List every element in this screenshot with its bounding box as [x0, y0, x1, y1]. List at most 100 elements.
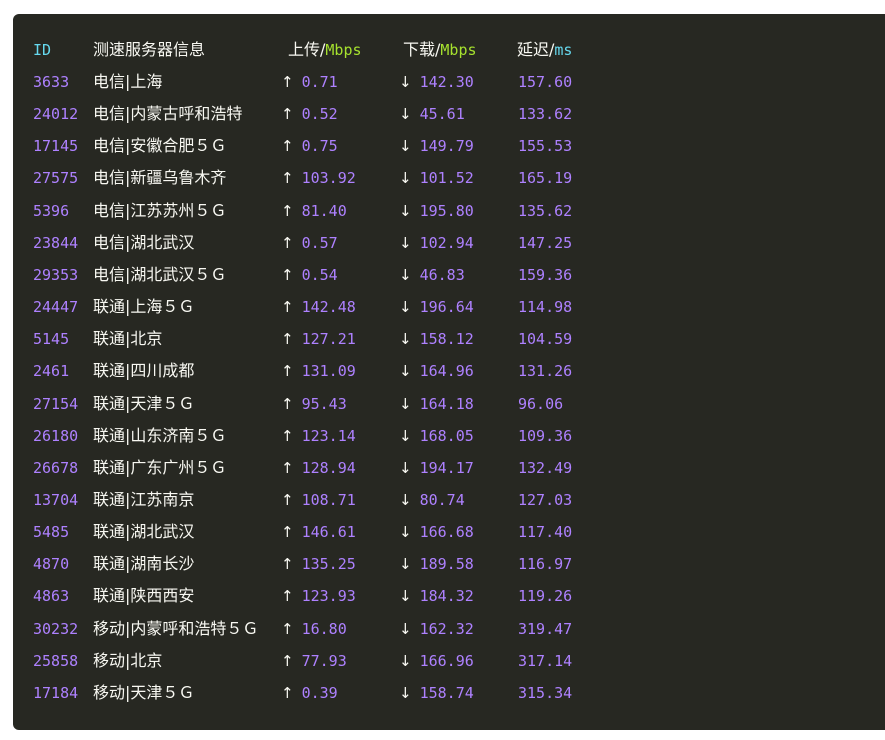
arrow-down-icon: ↓ [399, 169, 412, 188]
latency-value: 319.47 [518, 619, 573, 638]
latency-value: 133.62 [518, 105, 573, 124]
table-row: 26180 联通|山东济南５Ｇ ↑ 123.14 ↓ 168.05 109.36 [13, 424, 885, 448]
server-name: 移动|内蒙呼和浩特５Ｇ [93, 618, 259, 638]
latency-value: 147.25 [518, 233, 573, 252]
server-name: 移动|北京 [93, 650, 163, 670]
server-name: 联通|山东济南５Ｇ [93, 425, 227, 445]
upload-speed: ↑ 0.75 [281, 137, 338, 156]
latency-value: 157.60 [518, 73, 573, 91]
arrow-down-icon: ↓ [399, 490, 412, 509]
upload-speed: ↑ 0.54 [281, 265, 338, 284]
latency-value: 132.49 [518, 458, 573, 477]
latency-value: 114.98 [518, 298, 573, 317]
arrow-up-icon: ↑ [281, 137, 294, 156]
latency-value: 127.03 [518, 490, 573, 509]
arrow-up-icon: ↑ [281, 523, 294, 542]
arrow-down-icon: ↓ [399, 683, 412, 702]
server-id: 27154 [33, 394, 79, 413]
upload-speed: ↑ 135.25 [281, 555, 356, 574]
table-row: 26678 联通|广东广州５Ｇ ↑ 128.94 ↓ 194.17 132.49 [13, 456, 885, 480]
server-id: 2461 [33, 362, 70, 381]
arrow-down-icon: ↓ [399, 651, 412, 670]
download-speed: ↓ 166.96 [399, 651, 474, 670]
table-row: 27154 联通|天津５Ｇ ↑ 95.43 ↓ 164.18 96.06 [13, 392, 885, 416]
server-id: 4870 [33, 555, 70, 574]
server-name: 电信|上海 [93, 72, 163, 91]
download-speed: ↓ 194.17 [399, 458, 474, 477]
server-name: 电信|湖北武汉５Ｇ [93, 264, 227, 284]
server-name: 电信|湖北武汉 [93, 232, 195, 252]
upload-speed: ↑ 123.14 [281, 426, 356, 445]
latency-value: 155.53 [518, 137, 573, 156]
upload-speed: ↑ 108.71 [281, 490, 356, 509]
header-download: 下载/Mbps [403, 40, 477, 59]
table-row: 5485 联通|湖北武汉 ↑ 146.61 ↓ 166.68 117.40 [13, 520, 885, 544]
upload-speed: ↑ 146.61 [281, 523, 356, 542]
upload-speed: ↑ 131.09 [281, 362, 356, 381]
arrow-up-icon: ↑ [281, 490, 294, 509]
table-row: 25858 移动|北京 ↑ 77.93 ↓ 166.96 317.14 [13, 649, 885, 673]
server-id: 3633 [33, 73, 70, 91]
latency-value: 135.62 [518, 201, 573, 220]
server-name: 移动|天津５Ｇ [93, 682, 195, 702]
arrow-up-icon: ↑ [281, 555, 294, 574]
download-speed: ↓ 158.74 [399, 683, 474, 702]
download-speed: ↓ 158.12 [399, 330, 474, 349]
server-name: 电信|安徽合肥５Ｇ [93, 136, 227, 156]
download-speed: ↓ 102.94 [399, 233, 474, 252]
latency-value: 117.40 [518, 523, 573, 542]
upload-speed: ↑ 103.92 [281, 169, 356, 188]
speedtest-output-panel: ID 测速服务器信息 上传/Mbps 下载/Mbps 延迟/ms 3633 电信|… [13, 14, 885, 730]
header-latency: 延迟/ms [517, 40, 573, 59]
server-id: 5396 [33, 201, 70, 220]
arrow-down-icon: ↓ [399, 426, 412, 445]
server-id: 26678 [33, 458, 79, 477]
latency-value: 109.36 [518, 426, 573, 445]
download-speed: ↓ 149.79 [399, 137, 474, 156]
server-id: 23844 [33, 233, 79, 252]
server-name: 联通|湖北武汉 [93, 522, 195, 542]
download-speed: ↓ 195.80 [399, 201, 474, 220]
table-row: 4863 联通|陕西西安 ↑ 123.93 ↓ 184.32 119.26 [13, 584, 885, 608]
upload-speed: ↑ 77.93 [281, 651, 347, 670]
arrow-down-icon: ↓ [399, 73, 412, 91]
arrow-down-icon: ↓ [399, 619, 412, 638]
download-speed: ↓ 166.68 [399, 523, 474, 542]
server-name: 电信|江苏苏州５Ｇ [93, 200, 227, 220]
download-speed: ↓ 196.64 [399, 298, 474, 317]
download-speed: ↓ 46.83 [399, 265, 465, 284]
download-speed: ↓ 164.18 [399, 394, 474, 413]
download-speed: ↓ 184.32 [399, 587, 474, 606]
upload-speed: ↑ 0.52 [281, 105, 338, 124]
arrow-down-icon: ↓ [399, 265, 412, 284]
arrow-up-icon: ↑ [281, 651, 294, 670]
download-speed: ↓ 45.61 [399, 105, 465, 124]
arrow-up-icon: ↑ [281, 298, 294, 317]
download-speed: ↓ 101.52 [399, 169, 474, 188]
upload-speed: ↑ 95.43 [281, 394, 347, 413]
table-row: 23844 电信|湖北武汉 ↑ 0.57 ↓ 102.94 147.25 [13, 231, 885, 255]
download-speed: ↓ 80.74 [399, 490, 465, 509]
arrow-up-icon: ↑ [281, 362, 294, 381]
table-row: 4870 联通|湖南长沙 ↑ 135.25 ↓ 189.58 116.97 [13, 552, 885, 576]
table-row: 24447 联通|上海５Ｇ ↑ 142.48 ↓ 196.64 114.98 [13, 295, 885, 319]
server-name: 联通|四川成都 [93, 361, 195, 381]
arrow-down-icon: ↓ [399, 394, 412, 413]
upload-speed: ↑ 142.48 [281, 298, 356, 317]
server-id: 17145 [33, 137, 79, 156]
arrow-up-icon: ↑ [281, 458, 294, 477]
server-id: 17184 [33, 683, 79, 702]
upload-speed: ↑ 0.71 [281, 73, 338, 91]
table-row: 5396 电信|江苏苏州５Ｇ ↑ 81.40 ↓ 195.80 135.62 [13, 199, 885, 223]
table-row: 27575 电信|新疆乌鲁木齐 ↑ 103.92 ↓ 101.52 165.19 [13, 166, 885, 190]
download-speed: ↓ 189.58 [399, 555, 474, 574]
table-row: 17184 移动|天津５Ｇ ↑ 0.39 ↓ 158.74 315.34 [13, 681, 885, 705]
latency-value: 165.19 [518, 169, 573, 188]
latency-value: 317.14 [518, 651, 573, 670]
server-id: 29353 [33, 265, 79, 284]
server-id: 27575 [33, 169, 79, 188]
server-name: 电信|新疆乌鲁木齐 [93, 168, 227, 188]
download-speed: ↓ 162.32 [399, 619, 474, 638]
upload-speed: ↑ 123.93 [281, 587, 356, 606]
arrow-down-icon: ↓ [399, 330, 412, 349]
